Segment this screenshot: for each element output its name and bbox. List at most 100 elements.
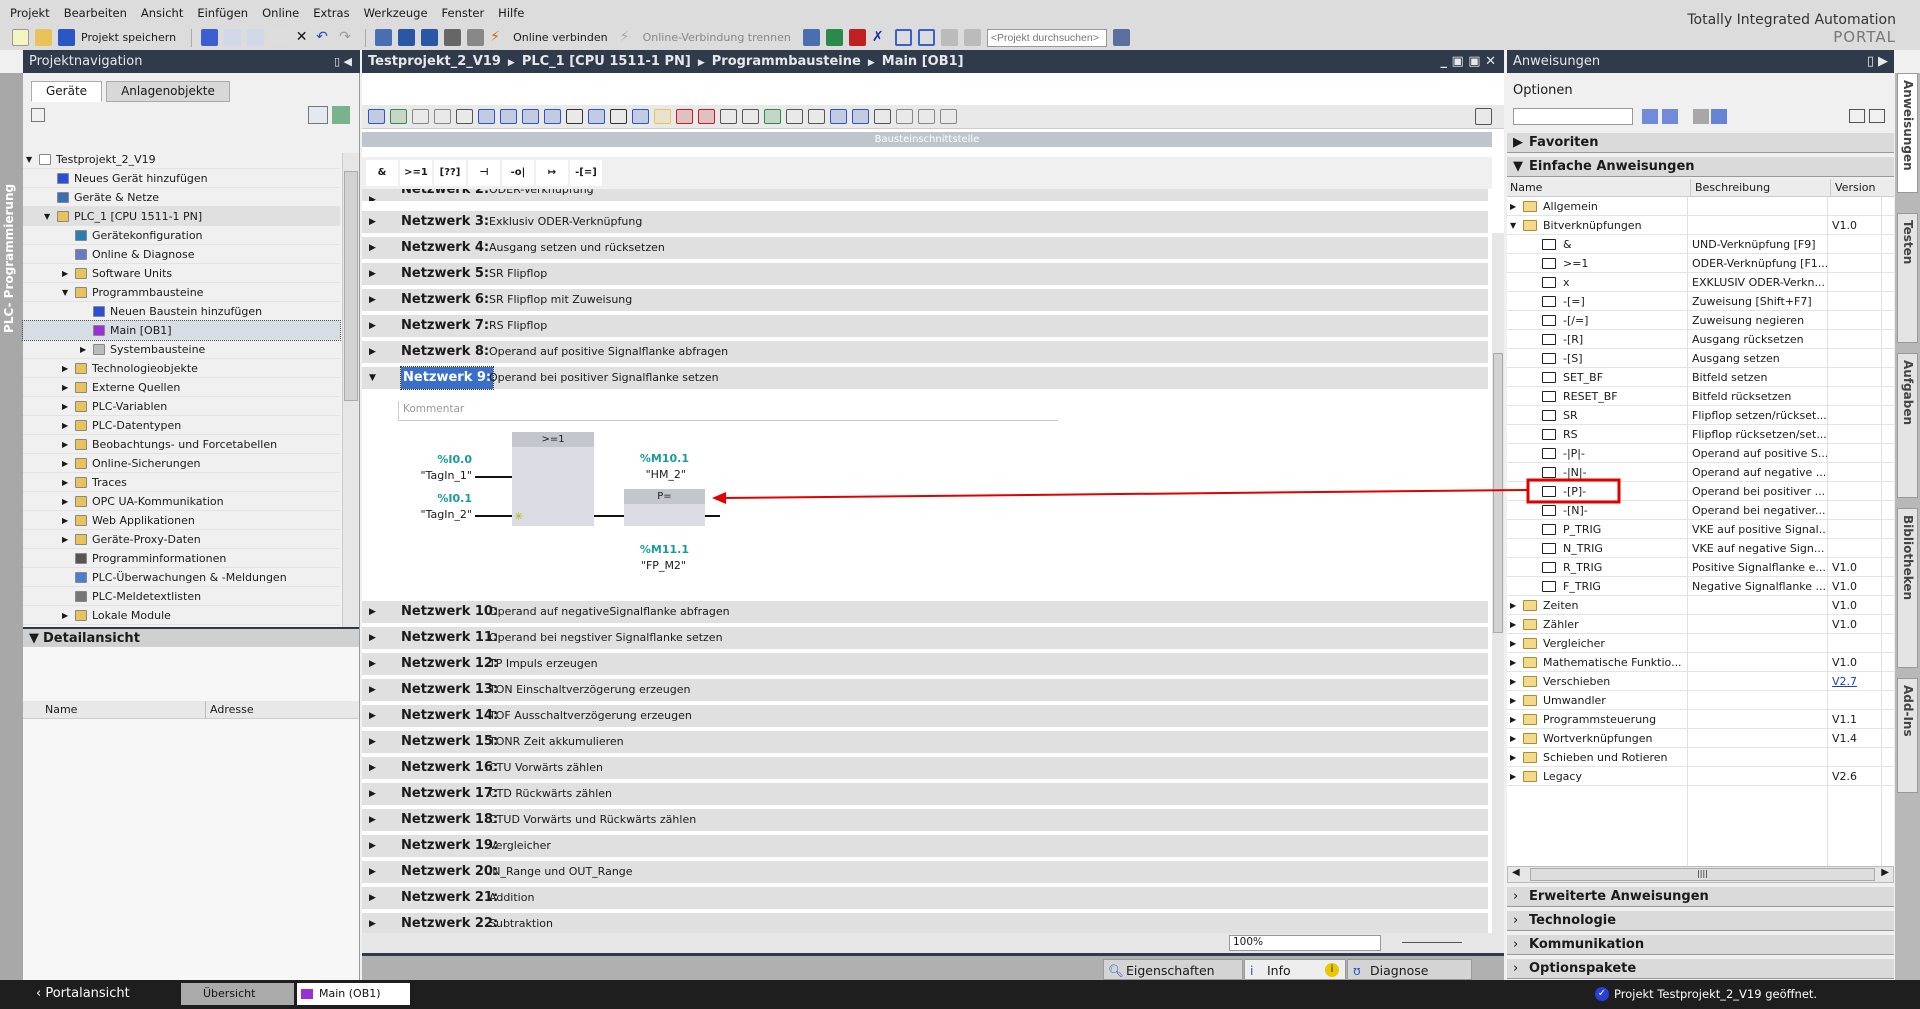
instruction-row[interactable]: -[/=] Zuweisung negieren xyxy=(1507,311,1894,330)
search-up-icon[interactable] xyxy=(1662,109,1678,124)
editor-tool-icon[interactable] xyxy=(390,109,407,124)
instruction-row[interactable]: -[R] Ausgang rücksetzen xyxy=(1507,330,1894,349)
network-header[interactable]: ▶ Netzwerk 12: TP Impuls erzeugen xyxy=(362,653,1488,675)
instruction-row[interactable]: ▶ Umwandler xyxy=(1507,691,1894,710)
tree-item[interactable]: ▶ Geräte-Proxy-Daten xyxy=(23,530,340,549)
tree-item[interactable]: Main [OB1] xyxy=(22,320,341,341)
expand-open-icon[interactable]: ▼ xyxy=(44,207,52,226)
accessible-devices-icon[interactable] xyxy=(802,29,820,46)
zoom-slider[interactable] xyxy=(1402,942,1462,943)
editor-scrollbar[interactable] xyxy=(1492,233,1504,993)
expand-closed-icon[interactable]: ▶ xyxy=(1510,596,1516,615)
expand-closed-icon[interactable]: ▶ xyxy=(369,809,376,831)
instruction-row[interactable]: ▶ Zeiten V1.0 xyxy=(1507,596,1894,615)
search-icon[interactable] xyxy=(1112,29,1130,46)
expand-closed-icon[interactable]: ▶ xyxy=(1510,672,1516,691)
expand-closed-icon[interactable]: ▶ xyxy=(369,341,376,363)
expand-closed-icon[interactable]: ▶ xyxy=(62,378,70,397)
side-tab-4[interactable]: Add-Ins xyxy=(1897,678,1918,793)
tree-item[interactable]: ▶ PLC-Variablen xyxy=(23,397,340,416)
panel-toggle-icon[interactable] xyxy=(1475,108,1492,125)
editor-tool-icon[interactable] xyxy=(434,109,451,124)
favorite-instruction[interactable]: -o| xyxy=(502,160,534,186)
section-3[interactable]: › Optionspakete xyxy=(1507,959,1894,979)
tree-item[interactable]: ▶ OPC UA-Kommunikation xyxy=(23,492,340,511)
new-project-icon[interactable] xyxy=(12,29,29,46)
view-icon[interactable] xyxy=(1849,109,1865,123)
instruction-row[interactable]: -|P|- Operand auf positive S... xyxy=(1507,444,1894,463)
network-header[interactable]: ▶ Netzwerk 16: CTU Vorwärts zählen xyxy=(362,757,1488,779)
expand-closed-icon[interactable]: ▶ xyxy=(369,783,376,805)
editor-tool-icon[interactable] xyxy=(918,109,935,124)
go-online-button[interactable]: Online verbinden xyxy=(513,31,608,44)
expand-closed-icon[interactable]: ▶ xyxy=(369,315,376,337)
refresh-icon[interactable] xyxy=(332,106,350,124)
menu-6[interactable]: Werkzeuge xyxy=(364,6,428,20)
editor-tool-icon[interactable] xyxy=(808,109,825,124)
tree-item[interactable]: ▶ Web Applikationen xyxy=(23,511,340,530)
expand-closed-icon[interactable]: ▶ xyxy=(369,263,376,285)
runtime-icon[interactable] xyxy=(467,29,485,46)
expand-closed-icon[interactable]: ▶ xyxy=(62,473,70,492)
tree-item[interactable]: ▼ PLC_1 [CPU 1511-1 PN] xyxy=(23,207,340,226)
network-header[interactable]: ▶ Netzwerk 5: SR Flipflop xyxy=(362,263,1488,285)
tree-item[interactable]: ▶ Traces xyxy=(23,473,340,492)
tree-item[interactable]: ▼ Testprojekt_2_V19 xyxy=(23,150,340,169)
breadcrumb-item[interactable]: Programmbausteine xyxy=(712,54,861,69)
go-online-icon[interactable]: ⚡ xyxy=(490,29,507,46)
network-header[interactable]: ▶ Netzwerk 17: CTD Rückwärts zählen xyxy=(362,783,1488,805)
instruction-row[interactable]: x EXKLUSIV ODER-Verkn... xyxy=(1507,273,1894,292)
favorite-instruction[interactable]: [??] xyxy=(434,160,466,186)
update-icon[interactable] xyxy=(1711,109,1727,124)
overview-button[interactable]: Übersicht xyxy=(181,983,294,1005)
network-header[interactable]: ▶ Netzwerk 21: Addition xyxy=(362,887,1488,909)
zoom-select[interactable]: 100% xyxy=(1229,935,1381,951)
editor-tool-icon[interactable] xyxy=(940,109,957,124)
expand-open-icon[interactable]: ▼ xyxy=(26,150,34,169)
menu-7[interactable]: Fenster xyxy=(442,6,485,20)
network-header[interactable]: ▶ Netzwerk 8: Operand auf positive Signal… xyxy=(362,341,1488,363)
expand-closed-icon[interactable]: ▶ xyxy=(1510,653,1516,672)
simulation-icon[interactable] xyxy=(444,29,462,46)
network-header[interactable]: ▶ Netzwerk 4: Ausgang setzen und rücksetz… xyxy=(362,237,1488,259)
print-icon[interactable] xyxy=(201,29,219,46)
network-header[interactable]: ▶ Netzwerk 18: CTUD Vorwärts und Rückwärts… xyxy=(362,809,1488,831)
expand-closed-icon[interactable]: ▶ xyxy=(1510,197,1516,216)
comment-field[interactable]: Kommentar xyxy=(398,401,1058,421)
expand-closed-icon[interactable]: ▶ xyxy=(369,189,376,201)
editor-tool-icon[interactable] xyxy=(720,109,737,124)
editor-tool-icon[interactable] xyxy=(896,109,913,124)
column-adresse[interactable]: Adresse xyxy=(205,701,254,719)
expand-closed-icon[interactable]: ▶ xyxy=(369,731,376,753)
instruction-row[interactable]: ▶ Wortverknüpfungen V1.4 xyxy=(1507,729,1894,748)
operand-tag[interactable]: "TagIn_2" xyxy=(392,508,472,521)
cross-reference-icon[interactable]: ✗ xyxy=(872,29,889,46)
side-tab-3[interactable]: Bibliotheken xyxy=(1897,508,1918,668)
editor-tool-icon[interactable] xyxy=(786,109,803,124)
editor-tool-icon[interactable] xyxy=(764,109,781,124)
menu-3[interactable]: Einfügen xyxy=(197,6,248,20)
editor-tool-icon[interactable] xyxy=(522,109,539,124)
favorite-instruction[interactable]: & xyxy=(366,160,398,186)
tree-item[interactable]: ▶ Software Units xyxy=(23,264,340,283)
save-project-button[interactable]: Projekt speichern xyxy=(81,31,176,44)
expand-closed-icon[interactable]: ▶ xyxy=(369,705,376,727)
editor-tool-icon[interactable] xyxy=(544,109,561,124)
expand-closed-icon[interactable]: ▶ xyxy=(1510,767,1516,786)
upload-icon[interactable] xyxy=(421,29,439,46)
tree-item[interactable]: ▶ Online-Sicherungen xyxy=(23,454,340,473)
menu-2[interactable]: Ansicht xyxy=(141,6,183,20)
tree-item[interactable]: Programminformationen xyxy=(23,549,340,568)
instruction-row[interactable]: SR Flipflop setzen/rückset... xyxy=(1507,406,1894,425)
instruction-row[interactable]: ▼ Bitverknüpfungen V1.0 xyxy=(1507,216,1894,235)
expand-open-icon[interactable]: ▼ xyxy=(1510,216,1516,235)
instruction-row[interactable]: & UND-Verknüpfung [F9] xyxy=(1507,235,1894,254)
expand-open-icon[interactable]: ▼ xyxy=(62,283,70,302)
expand-closed-icon[interactable]: ▶ xyxy=(1510,710,1516,729)
network-header[interactable]: ▶ Netzwerk 6: SR Flipflop mit Zuweisung xyxy=(362,289,1488,311)
add-input-icon[interactable]: ✳ xyxy=(514,510,523,523)
expand-closed-icon[interactable]: ▶ xyxy=(369,211,376,233)
instruction-row[interactable]: ▶ Mathematische Funktio... V1.0 xyxy=(1507,653,1894,672)
expand-closed-icon[interactable]: ▶ xyxy=(1510,729,1516,748)
go-offline-button[interactable]: Online-Verbindung trennen xyxy=(643,31,791,44)
